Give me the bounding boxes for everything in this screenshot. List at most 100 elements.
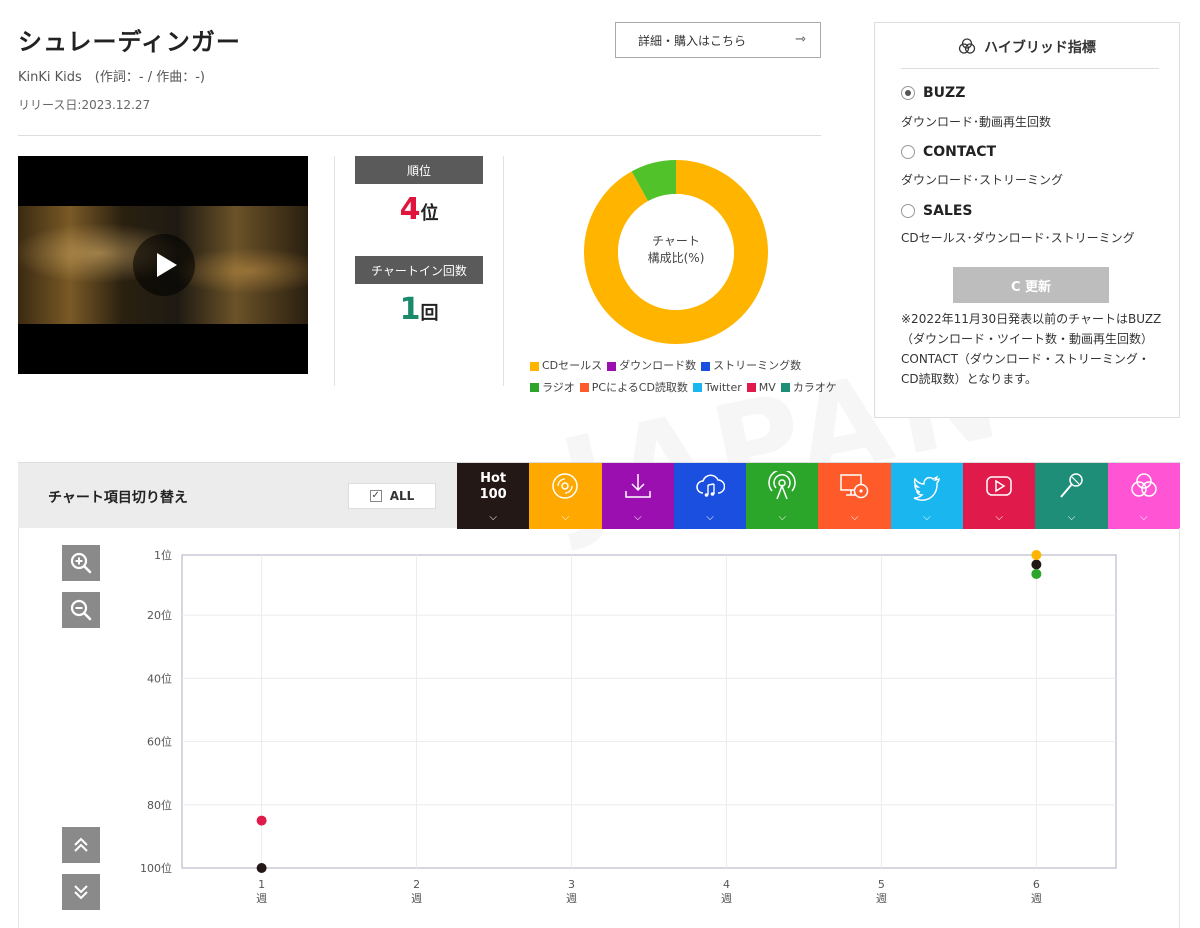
chevron-down-icon: ⌵	[850, 512, 859, 523]
chartin-count-number: 1	[399, 292, 421, 327]
chart-toolbar: チャート項目切り替え ✓ ALL Hot 100 ⌵ ⌵ ⌵ ⌵ ⌵ ⌵ ⌵ ⌵ ⌵ ⌵	[18, 462, 1180, 529]
data-point[interactable]	[256, 863, 267, 873]
tab-hot100[interactable]: Hot 100 ⌵	[457, 463, 530, 529]
category-tabs: Hot 100 ⌵ ⌵ ⌵ ⌵ ⌵ ⌵ ⌵ ⌵ ⌵ ⌵	[457, 463, 1180, 529]
x-tick-unit: 週	[876, 892, 887, 905]
tab-mv[interactable]: ⌵	[963, 463, 1036, 529]
radio-indicator	[901, 204, 915, 218]
scroll-up-button[interactable]	[62, 827, 100, 863]
chevron-down-icon: ⌵	[1067, 512, 1076, 523]
y-tick-label: 80位	[147, 798, 172, 812]
data-point[interactable]	[1031, 568, 1042, 579]
composition-legend: CDセールス ダウンロード数 ストリーミング数 ラジオ PCによるCD読取数 Twitte…	[530, 356, 850, 399]
tab-radio[interactable]: ⌵	[746, 463, 819, 529]
radio-sales[interactable]: SALES	[901, 203, 973, 219]
legend-item: ストリーミング数	[701, 356, 801, 376]
y-tick-label: 20位	[147, 608, 172, 622]
legend-item: カラオケ	[780, 378, 837, 398]
chevron-down-icon: ⌵	[706, 512, 714, 523]
header-divider	[18, 135, 821, 136]
x-tick-label: 5	[878, 878, 885, 891]
data-point[interactable]	[1031, 550, 1042, 560]
legend-swatch	[607, 361, 617, 371]
hybrid-divider	[901, 68, 1159, 69]
legend-swatch	[530, 383, 539, 392]
legend-item: PCによるCD読取数	[579, 378, 688, 398]
legend-label: PCによるCD読取数	[591, 380, 688, 394]
y-tick-label: 100位	[140, 861, 172, 875]
double-chevron-down-icon	[74, 885, 88, 900]
radio-contact-label: CONTACT	[923, 144, 997, 160]
detail-purchase-label: 詳細・購入はこちら	[638, 33, 747, 48]
legend-swatch	[780, 383, 790, 392]
zoom-out-icon	[70, 599, 92, 621]
legend-swatch	[692, 383, 702, 392]
rank-number: 4	[399, 192, 421, 227]
cd-icon	[552, 473, 579, 499]
chart-toggle-title: チャート項目切り替え	[48, 490, 188, 506]
x-tick-label: 6	[1033, 878, 1040, 891]
all-checkbox[interactable]: ✓ ALL	[348, 483, 436, 509]
download-icon	[624, 474, 651, 498]
arrow-right-icon: ⇾	[795, 32, 806, 47]
donut-caption-line2: 構成比(%)	[647, 251, 705, 265]
tab-twitter[interactable]: ⌵	[890, 463, 964, 529]
zoom-out-button[interactable]	[62, 592, 100, 628]
x-tick-label: 1	[258, 878, 265, 891]
tab-streaming[interactable]: ⌵	[673, 463, 747, 529]
legend-swatch	[530, 361, 539, 371]
legend-label: ストリーミング数	[713, 359, 802, 372]
x-tick-label: 4	[723, 878, 730, 891]
scroll-down-button[interactable]	[62, 874, 100, 910]
buzz-description: ダウンロード･動画再生回数	[901, 115, 1052, 129]
tab-cd[interactable]: ⌵	[529, 463, 602, 529]
microphone-icon	[1060, 473, 1084, 498]
play-video-button[interactable]	[133, 234, 195, 296]
cloud-music-icon	[696, 474, 725, 497]
all-label: ALL	[389, 489, 415, 503]
x-tick-unit: 週	[1031, 892, 1042, 905]
check-icon: ✓	[369, 490, 382, 502]
x-tick-unit: 週	[721, 892, 732, 905]
column-divider	[334, 156, 335, 386]
tab-hot100-label: Hot 100	[457, 471, 529, 503]
chevron-down-icon: ⌵	[561, 512, 570, 523]
radio-buzz[interactable]: BUZZ	[901, 85, 965, 101]
radio-indicator	[901, 145, 915, 159]
video-thumbnail[interactable]	[18, 156, 308, 374]
play-icon	[157, 253, 177, 277]
sales-description: CDセールス･ダウンロード･ストリーミング	[901, 231, 1135, 245]
radio-contact[interactable]: CONTACT	[901, 144, 996, 160]
chevron-down-icon: ⌵	[995, 512, 1004, 523]
zoom-in-button[interactable]	[62, 545, 100, 581]
tab-download[interactable]: ⌵	[601, 463, 674, 529]
radio-indicator	[901, 86, 915, 100]
tab-karaoke[interactable]: ⌵	[1035, 463, 1108, 529]
play-video-icon	[986, 476, 1012, 496]
rank-value: 4位	[355, 192, 483, 227]
legend-item: ダウンロード数	[607, 356, 696, 376]
chevron-down-icon: ⌵	[489, 512, 497, 523]
radio-icon	[768, 471, 796, 500]
hybrid-circles-icon	[958, 38, 976, 54]
update-button[interactable]: C 更新	[953, 267, 1109, 303]
rank-unit: 位	[420, 203, 439, 224]
song-credit: KinKi Kids (作詞：- / 作曲：-)	[18, 70, 205, 85]
hybrid-circles-icon	[1130, 473, 1157, 497]
hybrid-index-title-text: ハイブリッド指標	[984, 40, 1096, 56]
legend-item: ラジオ	[530, 378, 575, 398]
detail-purchase-button[interactable]: 詳細・購入はこちら ⇾	[615, 22, 821, 58]
y-tick-label: 40位	[147, 671, 172, 685]
rank-history-plot: 1位20位40位60位80位100位1週2週3週4週5週6週	[140, 548, 1117, 905]
legend-swatch	[701, 361, 711, 371]
twitter-icon	[913, 475, 940, 501]
legend-label: カラオケ	[792, 380, 837, 394]
chevron-down-icon: ⌵	[633, 512, 642, 523]
tab-hybrid[interactable]: ⌵	[1107, 463, 1180, 529]
tab-pc-cd[interactable]: ⌵	[818, 463, 891, 529]
rank-label: 順位	[355, 156, 483, 184]
legend-label: ダウンロード数	[619, 359, 697, 372]
data-point[interactable]	[1031, 559, 1042, 570]
hybrid-index-panel: ハイブリッド指標 BUZZ ダウンロード･動画再生回数 CONTACT ダウンロ…	[874, 22, 1180, 418]
data-point[interactable]	[256, 815, 267, 826]
